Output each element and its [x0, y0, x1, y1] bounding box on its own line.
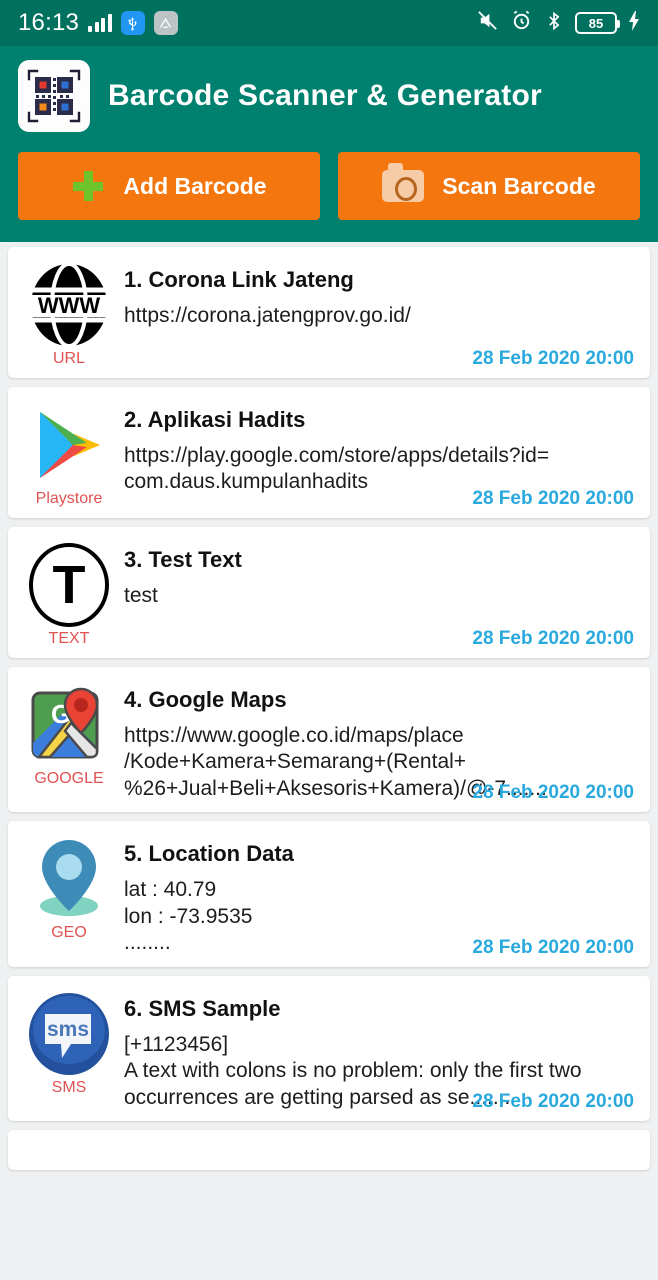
battery-icon: 85 — [575, 12, 620, 34]
barcode-type-column: WWW URL — [18, 259, 120, 368]
clock-text: 16:13 — [18, 9, 80, 36]
table-row[interactable]: Playstore 2. Aplikasi Hadits https://pla… — [8, 387, 650, 518]
barcode-date: 28 Feb 2020 20:00 — [472, 1091, 634, 1113]
action-bar: Add Barcode Scan Barcode — [0, 132, 658, 242]
table-row[interactable]: GEO 5. Location Data lat : 40.79 lon : -… — [8, 821, 650, 967]
svg-text:sms: sms — [47, 1018, 89, 1041]
barcode-title: 1. Corona Link Jateng — [124, 267, 354, 292]
table-row[interactable]: T TEXT 3. Test Text test 28 Feb 2020 20:… — [8, 527, 650, 658]
plus-icon — [71, 169, 105, 203]
add-barcode-label: Add Barcode — [123, 172, 267, 199]
scan-barcode-label: Scan Barcode — [442, 172, 596, 199]
svg-text:WWW: WWW — [38, 293, 101, 318]
barcode-type-column: Playstore — [18, 399, 120, 508]
usb-icon — [120, 11, 145, 35]
play-store-icon — [25, 401, 113, 489]
status-bar: 16:13 85 — [0, 0, 658, 46]
barcode-content: https://corona.jatengprov.go.id/ — [124, 304, 411, 327]
sms-bubble-icon: sms — [25, 990, 113, 1078]
barcode-type-column: G GOOGLE — [18, 679, 120, 802]
barcode-type-column: GEO — [18, 833, 120, 956]
barcode-type-label: URL — [52, 350, 85, 367]
text-t-icon: T — [25, 541, 113, 629]
map-pin-icon — [25, 835, 113, 923]
page-title: Barcode Scanner & Generator — [108, 79, 542, 112]
status-bar-right: 85 — [476, 9, 640, 37]
add-barcode-button[interactable]: Add Barcode — [18, 152, 320, 220]
barcode-date: 28 Feb 2020 20:00 — [472, 936, 634, 958]
app-header: Barcode Scanner & Generator — [0, 46, 658, 132]
table-row[interactable]: WWW URL 1. Corona Link Jateng https://co… — [8, 247, 650, 378]
google-maps-icon: G — [25, 681, 113, 769]
mute-icon — [476, 9, 499, 37]
barcode-date: 28 Feb 2020 20:00 — [472, 628, 634, 649]
barcode-list[interactable]: WWW URL 1. Corona Link Jateng https://co… — [0, 242, 658, 1171]
app-badge-icon — [153, 11, 178, 35]
alarm-icon — [510, 9, 533, 37]
camera-icon — [382, 163, 425, 202]
barcode-type-label: TEXT — [48, 630, 90, 647]
barcode-type-label: GEO — [51, 924, 87, 942]
battery-level-text: 85 — [588, 15, 604, 31]
table-row[interactable] — [8, 1130, 650, 1171]
table-row[interactable]: G GOOGLE 4. Google Maps https://www.goog… — [8, 667, 650, 813]
barcode-title: 3. Test Text — [124, 547, 242, 572]
barcode-type-label: Playstore — [35, 490, 103, 507]
barcode-title: 4. Google Maps — [124, 687, 287, 712]
barcode-date: 28 Feb 2020 20:00 — [472, 348, 634, 369]
svg-text:T: T — [53, 555, 86, 615]
signal-bars-icon — [88, 14, 112, 32]
qr-code-logo-icon — [18, 60, 90, 132]
barcode-date: 28 Feb 2020 20:00 — [472, 488, 634, 509]
barcode-title: 2. Aplikasi Hadits — [124, 407, 306, 432]
barcode-type-label: SMS — [51, 1078, 87, 1096]
barcode-type-column: sms SMS — [18, 988, 120, 1111]
barcode-type-label: GOOGLE — [34, 770, 104, 787]
table-row[interactable]: sms SMS 6. SMS Sample [+1123456] A text … — [8, 975, 650, 1122]
scan-barcode-button[interactable]: Scan Barcode — [338, 152, 640, 220]
barcode-date: 28 Feb 2020 20:00 — [472, 782, 634, 804]
barcode-title: 5. Location Data — [124, 841, 294, 867]
barcode-title: 6. SMS Sample — [124, 995, 281, 1021]
www-globe-icon: WWW — [25, 261, 113, 349]
status-bar-left: 16:13 — [18, 9, 178, 37]
barcode-content: test — [124, 584, 158, 607]
barcode-type-column: T TEXT — [18, 539, 120, 648]
bluetooth-icon — [544, 10, 564, 37]
charging-bolt-icon — [628, 10, 640, 36]
